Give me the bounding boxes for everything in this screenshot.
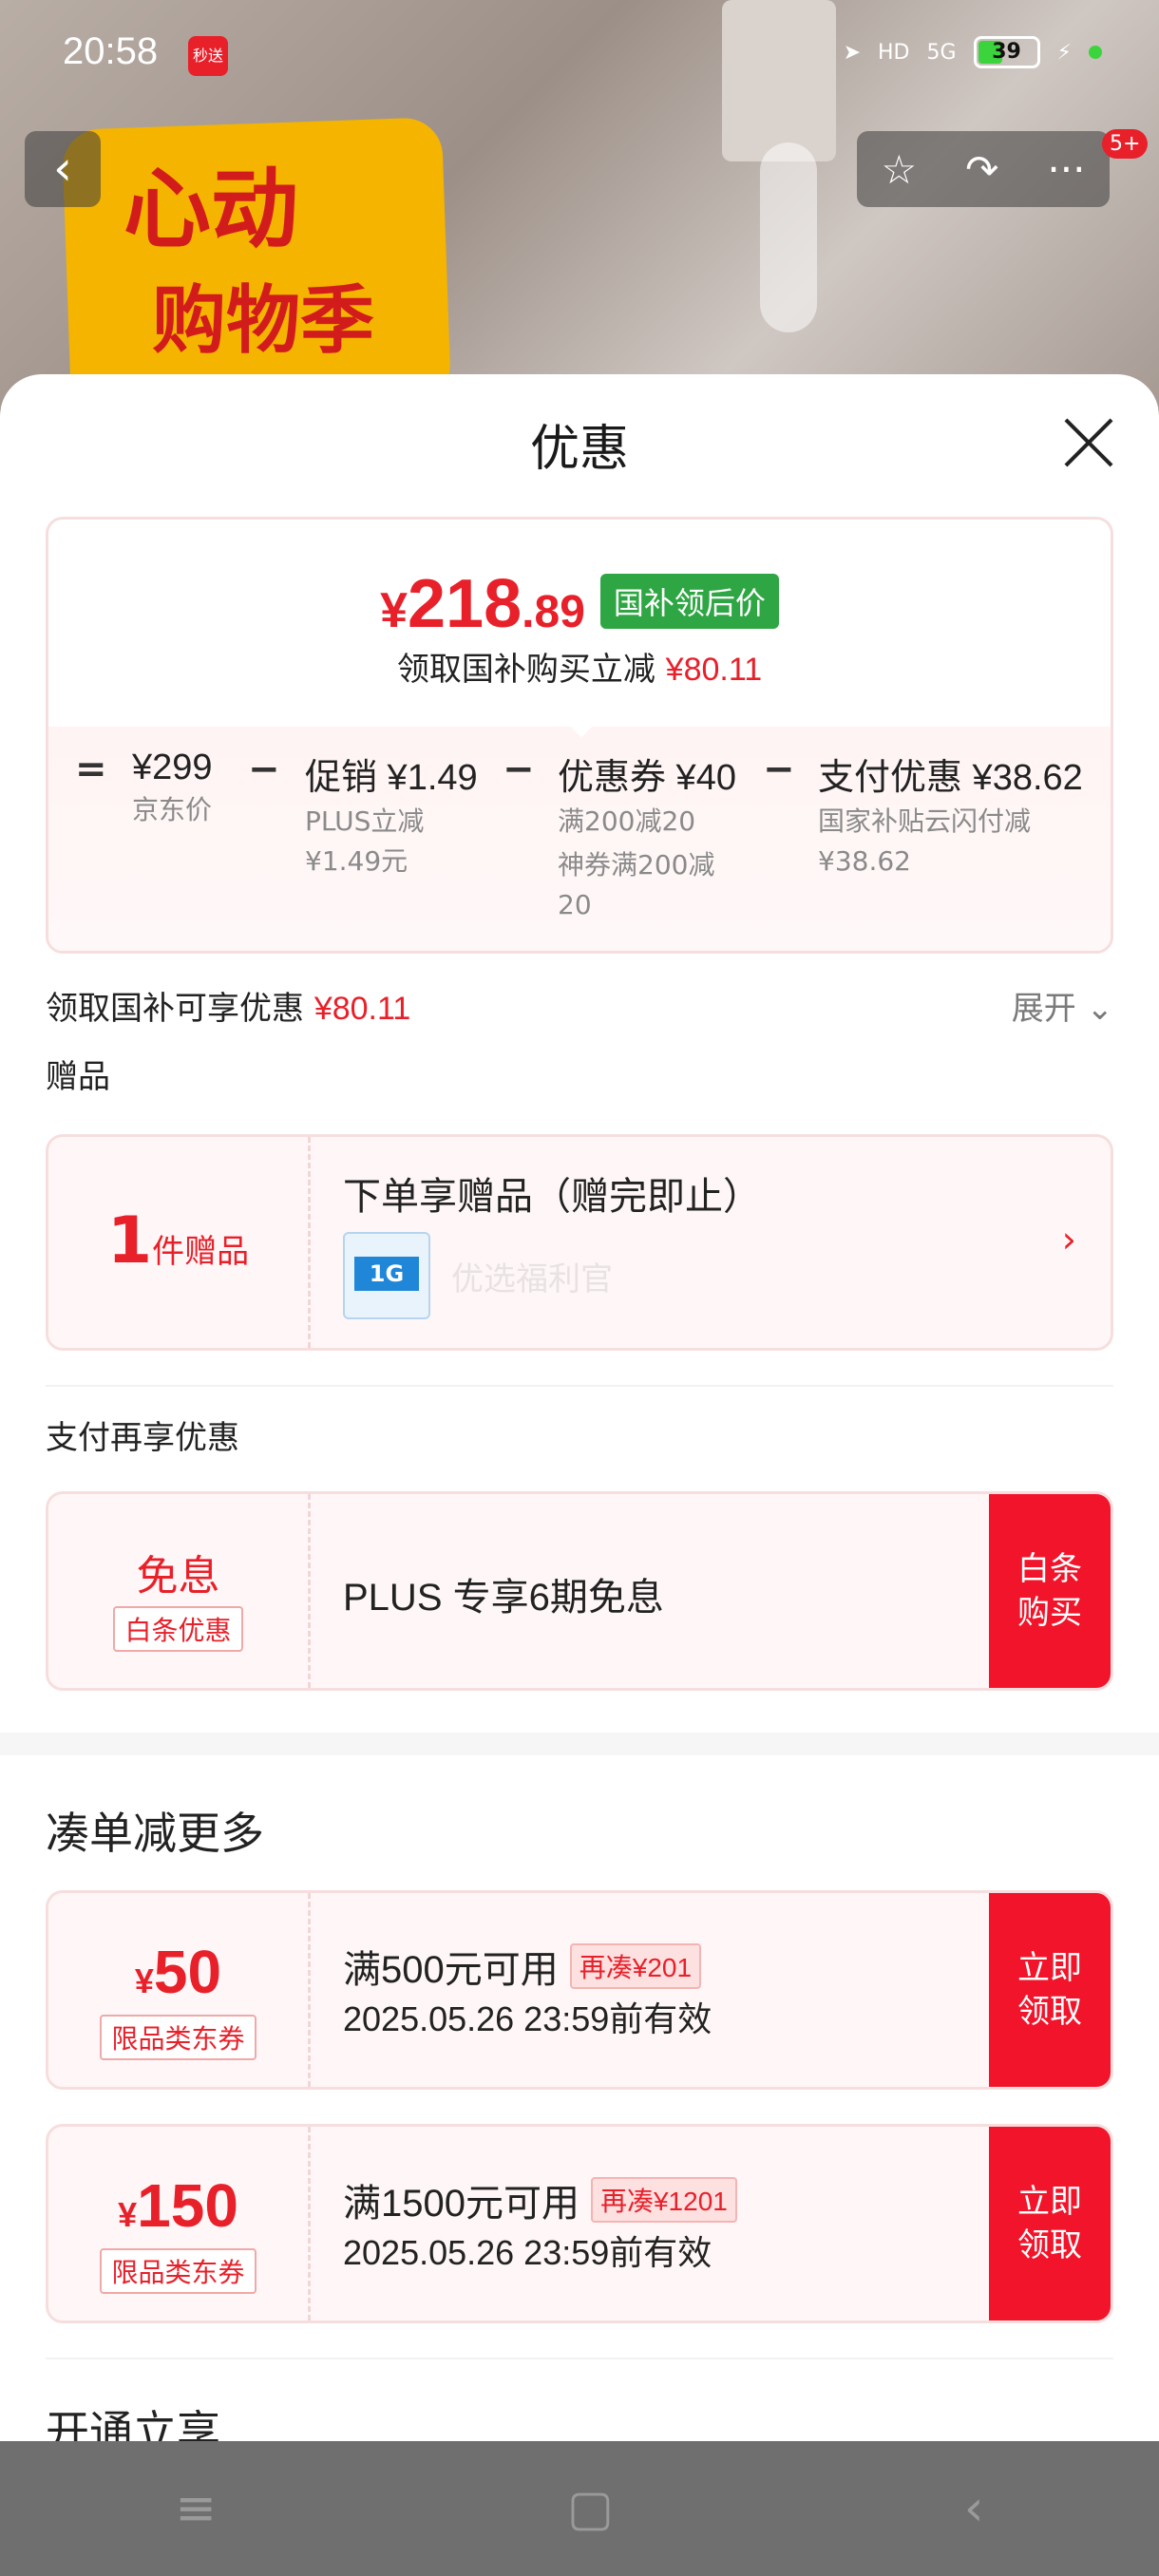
baitiao-tag: 白条优惠 — [113, 1606, 243, 1652]
breakdown-coupon: 优惠券 ¥40 满200减20 神券满200减 20 — [558, 758, 736, 920]
coupon-amount: ¥150 — [118, 2171, 238, 2240]
signal-icon: 5G — [926, 40, 957, 65]
minus-operator: − — [503, 748, 535, 791]
coupon-remaining-tag: 再凑¥201 — [569, 1943, 702, 1989]
sheet-title: 优惠 — [529, 421, 629, 478]
price-subtitle: 领取国补购买立减 ¥80.11 — [396, 651, 763, 689]
subsidy-row: 领取国补可享优惠 ¥80.11 — [46, 990, 411, 1028]
menu-icon[interactable]: ≡ — [175, 2480, 217, 2537]
gift-card-title: 下单享赠品（赠完即止） — [343, 1175, 761, 1219]
gift-card[interactable]: 1件赠品 下单享赠品（赠完即止） 1G 优选福利官 › — [46, 1134, 1113, 1351]
divider — [46, 1385, 1113, 1387]
baitiao-buy-button[interactable]: 白条 购买 — [989, 1494, 1111, 1688]
gift-item-name: 优选福利官 — [451, 1260, 613, 1298]
minus-operator: − — [763, 748, 795, 791]
system-nav-bar: ≡ ▢ ‹ — [0, 2441, 1159, 2576]
gift-section-title: 赠品 — [46, 1058, 110, 1096]
minus-operator: − — [248, 748, 280, 791]
equals-operator: = — [75, 748, 107, 791]
baitiao-card: 免息 白条优惠 PLUS 专享6期免息 白条 购买 — [46, 1491, 1113, 1691]
gift-count: 1件赠品 — [106, 1203, 250, 1279]
final-price: ¥218.89 — [380, 566, 585, 642]
back-button[interactable]: ‹ — [25, 131, 101, 207]
coupon-condition: 满1500元可用 再凑¥1201 — [343, 2172, 737, 2227]
price-breakdown-card: ¥218.89 国补领后价 领取国补购买立减 ¥80.11 = ¥299 京东价… — [46, 517, 1113, 954]
price-summary: ¥218.89 国补领后价 领取国补购买立减 ¥80.11 — [48, 520, 1111, 727]
divider — [46, 2358, 1113, 2359]
coupon-remaining-tag: 再凑¥1201 — [590, 2177, 737, 2223]
share-icon[interactable]: ↷ — [965, 146, 998, 193]
price-breakdown: = ¥299 京东价 − 促销 ¥1.49 PLUS立减 ¥1.49元 − 优惠… — [48, 727, 1111, 951]
battery-icon: 39 — [973, 36, 1040, 68]
breakdown-promo: 促销 ¥1.49 PLUS立减 ¥1.49元 — [305, 758, 478, 877]
favorite-icon[interactable]: ☆ — [882, 146, 918, 193]
coupon-card: ¥150 限品类东券 满1500元可用 再凑¥1201 2025.05.26 2… — [46, 2124, 1113, 2323]
status-time: 20:58 — [63, 30, 159, 72]
coupon-card: ¥50 限品类东券 满500元可用 再凑¥201 2025.05.26 23:5… — [46, 1890, 1113, 2090]
battery-percent: 39 — [992, 40, 1021, 64]
coupon-category-tag: 限品类东券 — [100, 2248, 256, 2294]
breakdown-payment: 支付优惠 ¥38.62 国家补贴云闪付减 ¥38.62 — [818, 758, 1083, 877]
water-image — [760, 142, 817, 332]
promo-line-1: 心动 — [124, 158, 299, 260]
system-back-icon[interactable]: ‹ — [964, 2480, 984, 2537]
coupon-condition: 满500元可用 再凑¥201 — [343, 1939, 702, 1994]
message-badge: 5+ — [1102, 129, 1149, 159]
coupon-expiry: 2025.05.26 23:59前有效 — [343, 1999, 712, 2038]
status-icons: ➤ HD 5G 39 ⚡ — [844, 36, 1102, 68]
charging-icon: ⚡ — [1056, 40, 1072, 65]
coupon-section-title: 凑单减更多 — [46, 1808, 264, 1859]
breakdown-jd-price: ¥299 京东价 — [132, 748, 213, 825]
more-icon[interactable]: ··· — [1047, 146, 1085, 193]
expand-button[interactable]: 展开 ⌄ — [1012, 982, 1113, 1029]
status-bar: 20:58 秒送 ➤ HD 5G 39 ⚡ — [0, 0, 1159, 104]
gift-thumbnail: 1G — [343, 1232, 430, 1319]
app-notification-icon: 秒送 — [188, 36, 228, 76]
subsidy-price-tag: 国补领后价 — [599, 574, 779, 629]
promo-line-2: 购物季 — [152, 277, 375, 364]
coupon-expiry: 2025.05.26 23:59前有效 — [343, 2233, 712, 2272]
coupon-category-tag: 限品类东券 — [100, 2015, 256, 2060]
claim-coupon-button[interactable]: 立即 领取 — [989, 1893, 1111, 2087]
chevron-right-icon: › — [1061, 1219, 1076, 1260]
location-icon: ➤ — [843, 40, 862, 65]
top-actions: ☆ ↷ ··· — [857, 131, 1110, 207]
camera-dot-icon — [1089, 46, 1102, 59]
close-icon[interactable] — [1062, 416, 1115, 469]
interest-free-title: 免息 — [136, 1552, 220, 1601]
plus-interest-free-text: PLUS 专享6期免息 — [343, 1577, 664, 1619]
membership-section-title: 开通立享 — [46, 2406, 220, 2441]
coupon-amount: ¥50 — [134, 1938, 222, 2006]
section-gap — [0, 1733, 1159, 1755]
hd-icon: HD — [878, 40, 910, 65]
discount-sheet: 优惠 ¥218.89 国补领后价 领取国补购买立减 ¥80.11 = ¥299 … — [0, 374, 1159, 2441]
pay-section-title: 支付再享优惠 — [46, 1419, 239, 1457]
claim-coupon-button[interactable]: 立即 领取 — [989, 2127, 1111, 2320]
home-icon[interactable]: ▢ — [567, 2480, 614, 2537]
